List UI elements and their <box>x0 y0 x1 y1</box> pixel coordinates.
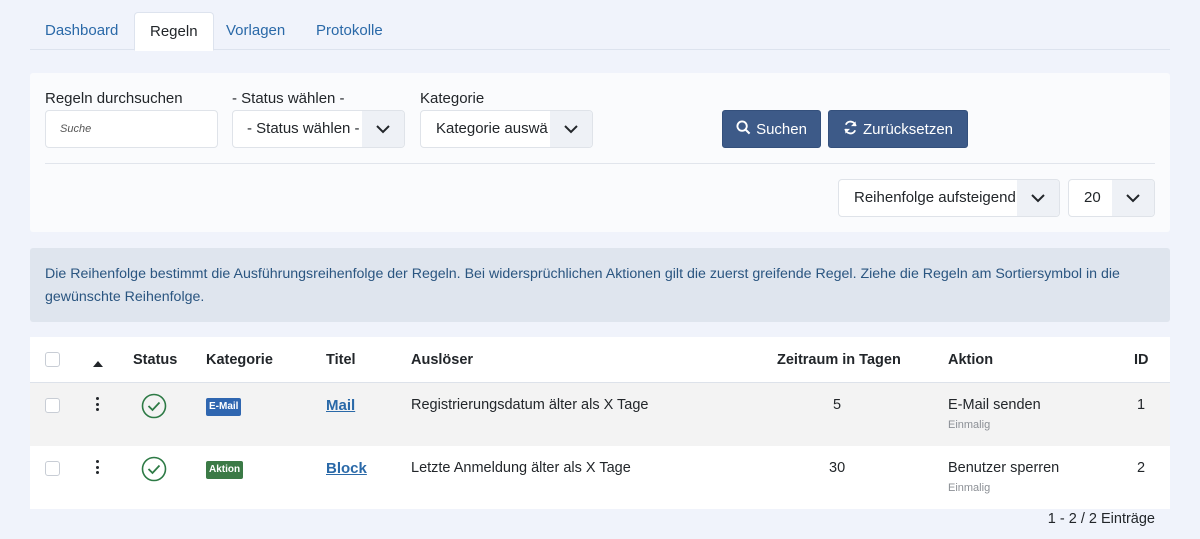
order-select[interactable]: Reihenfolge aufsteigend <box>838 179 1060 217</box>
select-all-checkbox[interactable] <box>45 352 60 367</box>
tab-dashboard[interactable]: Dashboard <box>30 12 133 50</box>
action-frequency: Einmalig <box>948 419 991 431</box>
row-checkbox[interactable] <box>45 461 60 476</box>
days-cell: 30 <box>829 460 846 476</box>
category-select[interactable]: Kategorie auswä <box>420 110 593 148</box>
tab-vorlagen[interactable]: Vorlagen <box>211 12 300 50</box>
status-published-icon[interactable] <box>141 393 167 423</box>
chevron-down-icon <box>550 111 592 147</box>
table-row: Aktion Block Letzte Anmeldung älter als … <box>30 446 1170 509</box>
sort-ascending-icon[interactable] <box>92 355 104 372</box>
id-cell: 2 <box>1137 460 1146 476</box>
category-badge: Aktion <box>206 461 244 479</box>
rules-table: Status Kategorie Titel Auslöser Zeitraum… <box>30 337 1170 509</box>
days-cell: 5 <box>833 397 842 413</box>
info-alert-text: Die Reihenfolge bestimmt die Ausführungs… <box>45 266 1120 305</box>
refresh-icon <box>843 120 858 139</box>
search-icon <box>736 119 751 139</box>
chevron-down-icon <box>1017 180 1059 216</box>
tab-bar: Dashboard Regeln Vorlagen Protokolle <box>30 12 1170 51</box>
limit-select[interactable]: 20 <box>1068 179 1155 217</box>
info-alert: Die Reihenfolge bestimmt die Ausführungs… <box>30 248 1170 322</box>
order-select-value: Reihenfolge aufsteigend <box>854 189 1016 206</box>
filter-divider <box>45 163 1155 164</box>
rule-title-link[interactable]: Block <box>326 460 367 477</box>
chevron-down-icon <box>1112 180 1154 216</box>
id-cell: 1 <box>1137 397 1146 413</box>
category-select-value: Kategorie auswä <box>436 120 548 137</box>
drag-handle-icon[interactable] <box>92 459 102 475</box>
table-row: E-Mail Mail Registrierungsdatum älter al… <box>30 383 1170 446</box>
header-status[interactable]: Status <box>133 337 177 383</box>
trigger-cell: Registrierungsdatum älter als X Tage <box>411 397 649 413</box>
action-cell: Benutzer sperren <box>948 460 1060 476</box>
search-button[interactable]: Suchen <box>722 110 821 148</box>
drag-handle-icon[interactable] <box>92 396 102 412</box>
tab-protokolle[interactable]: Protokolle <box>301 12 398 50</box>
limit-select-value: 20 <box>1084 189 1101 206</box>
header-id[interactable]: ID <box>1134 337 1149 383</box>
header-action[interactable]: Aktion <box>948 337 993 383</box>
header-category[interactable]: Kategorie <box>206 337 273 383</box>
search-button-label: Suchen <box>756 120 807 138</box>
search-field-wrapper <box>45 110 218 148</box>
status-select-value: - Status wählen - <box>247 120 360 137</box>
action-frequency: Einmalig <box>948 482 991 494</box>
reset-button-label: Zurücksetzen <box>862 120 954 138</box>
header-days[interactable]: Zeitraum in Tagen <box>777 337 901 383</box>
search-label: Regeln durchsuchen <box>45 90 183 107</box>
trigger-cell: Letzte Anmeldung älter als X Tage <box>411 460 631 476</box>
pagination-count: 1 - 2 / 2 Einträge <box>1047 511 1155 527</box>
reset-button[interactable]: Zurücksetzen <box>828 110 968 148</box>
category-label: Kategorie <box>420 90 485 107</box>
status-select[interactable]: - Status wählen - <box>232 110 405 148</box>
row-checkbox[interactable] <box>45 398 60 413</box>
table-header: Status Kategorie Titel Auslöser Zeitraum… <box>30 337 1170 383</box>
status-published-icon[interactable] <box>141 456 167 486</box>
filter-panel: Regeln durchsuchen - Status wählen - - S… <box>30 73 1170 232</box>
status-label: - Status wählen - <box>232 90 345 107</box>
header-trigger[interactable]: Auslöser <box>411 337 473 383</box>
rule-title-link[interactable]: Mail <box>326 397 355 414</box>
search-input[interactable] <box>46 111 217 147</box>
tab-regeln[interactable]: Regeln <box>134 12 214 51</box>
action-cell: E-Mail senden <box>948 397 1041 413</box>
header-title[interactable]: Titel <box>326 337 356 383</box>
category-badge: E-Mail <box>206 398 242 416</box>
chevron-down-icon <box>362 111 404 147</box>
